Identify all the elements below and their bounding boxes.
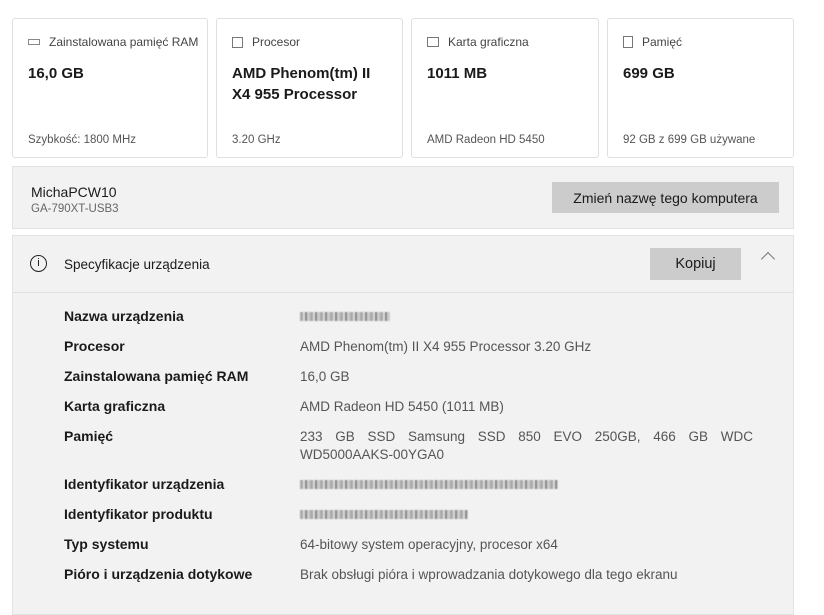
card-title: Zainstalowana pamięć RAM bbox=[49, 35, 199, 49]
spec-label: Karta graficzna bbox=[64, 398, 166, 414]
spec-row: Procesor AMD Phenom(tm) II X4 955 Process… bbox=[64, 338, 753, 356]
storage-icon bbox=[623, 36, 633, 48]
card-value: 699 GB bbox=[623, 65, 675, 82]
spec-value: 64-bitowy system operacyjny, procesor x6… bbox=[300, 537, 558, 552]
card-sub: 92 GB z 699 GB używane bbox=[623, 134, 756, 146]
card-title: Pamięć bbox=[642, 35, 683, 49]
processor-icon bbox=[232, 36, 243, 48]
spec-label: Zainstalowana pamięć RAM bbox=[64, 368, 249, 384]
spec-value-redacted bbox=[300, 476, 753, 494]
card-value: 1011 MB bbox=[427, 65, 488, 82]
spec-row: Karta graficzna AMD Radeon HD 5450 (1011 … bbox=[64, 398, 753, 416]
card-processor: Procesor AMD Phenom(tm) II X4 955 Proces… bbox=[216, 18, 403, 158]
spec-value: AMD Phenom(tm) II X4 955 Processor 3.20 … bbox=[300, 339, 592, 354]
computer-model: GA-790XT-USB3 bbox=[31, 203, 119, 215]
card-value: AMD Phenom(tm) II X4 955 Processor bbox=[232, 65, 371, 103]
spec-label: Pióro i urządzenia dotykowe bbox=[64, 566, 253, 582]
ram-icon bbox=[28, 39, 40, 45]
spec-row: Pamięć 233 GB SSD Samsung SSD 850 EVO 250… bbox=[64, 428, 753, 464]
spec-row: Zainstalowana pamięć RAM 16,0 GB bbox=[64, 368, 753, 386]
info-icon: i bbox=[30, 255, 47, 272]
chevron-up-icon[interactable] bbox=[760, 251, 776, 267]
specs-header[interactable]: i Specyfikacje urządzenia Kopiuj bbox=[13, 236, 793, 293]
spec-value-redacted bbox=[300, 308, 753, 326]
spec-label: Identyfikator urządzenia bbox=[64, 476, 225, 492]
spec-label: Procesor bbox=[64, 338, 125, 354]
device-specs-panel: i Specyfikacje urządzenia Kopiuj Nazwa u… bbox=[12, 235, 794, 615]
card-graphics: Karta graficzna 1011 MB AMD Radeon HD 54… bbox=[411, 18, 599, 158]
spec-value-redacted bbox=[300, 506, 753, 524]
card-ram: Zainstalowana pamięć RAM 16,0 GB Szybkoś… bbox=[12, 18, 208, 158]
computer-name-panel: MichaPCW10 GA-790XT-USB3 Zmień nazwę teg… bbox=[12, 166, 794, 229]
spec-value: 16,0 GB bbox=[300, 369, 350, 384]
card-title: Procesor bbox=[252, 35, 301, 49]
computer-name: MichaPCW10 bbox=[31, 184, 117, 200]
spec-label: Identyfikator produktu bbox=[64, 506, 213, 522]
spec-row: Identyfikator urządzenia bbox=[64, 476, 753, 494]
card-sub: Szybkość: 1800 MHz bbox=[28, 134, 137, 146]
spec-value: AMD Radeon HD 5450 (1011 MB) bbox=[300, 399, 504, 414]
card-sub: AMD Radeon HD 5450 bbox=[427, 134, 545, 146]
card-value: 16,0 GB bbox=[28, 65, 84, 82]
spec-label: Pamięć bbox=[64, 428, 114, 444]
card-storage: Pamięć 699 GB 92 GB z 699 GB używane bbox=[607, 18, 794, 158]
rename-pc-button[interactable]: Zmień nazwę tego komputera bbox=[552, 182, 779, 213]
spec-row: Typ systemu 64-bitowy system operacyjny, … bbox=[64, 536, 753, 554]
spec-value: Brak obsługi pióra i wprowadzania dotyko… bbox=[300, 567, 678, 582]
graphics-card-icon bbox=[427, 37, 439, 47]
spec-row: Pióro i urządzenia dotykowe Brak obsługi … bbox=[64, 566, 753, 584]
spec-label: Typ systemu bbox=[64, 536, 149, 552]
spec-label: Nazwa urządzenia bbox=[64, 308, 184, 324]
spec-value: 233 GB SSD Samsung SSD 850 EVO 250GB, 46… bbox=[300, 429, 753, 462]
spec-row: Nazwa urządzenia bbox=[64, 308, 753, 326]
copy-button[interactable]: Kopiuj bbox=[650, 248, 741, 280]
specs-title: Specyfikacje urządzenia bbox=[64, 257, 210, 272]
card-title: Karta graficzna bbox=[448, 35, 529, 49]
spec-row: Identyfikator produktu bbox=[64, 506, 753, 524]
card-sub: 3.20 GHz bbox=[232, 134, 281, 146]
